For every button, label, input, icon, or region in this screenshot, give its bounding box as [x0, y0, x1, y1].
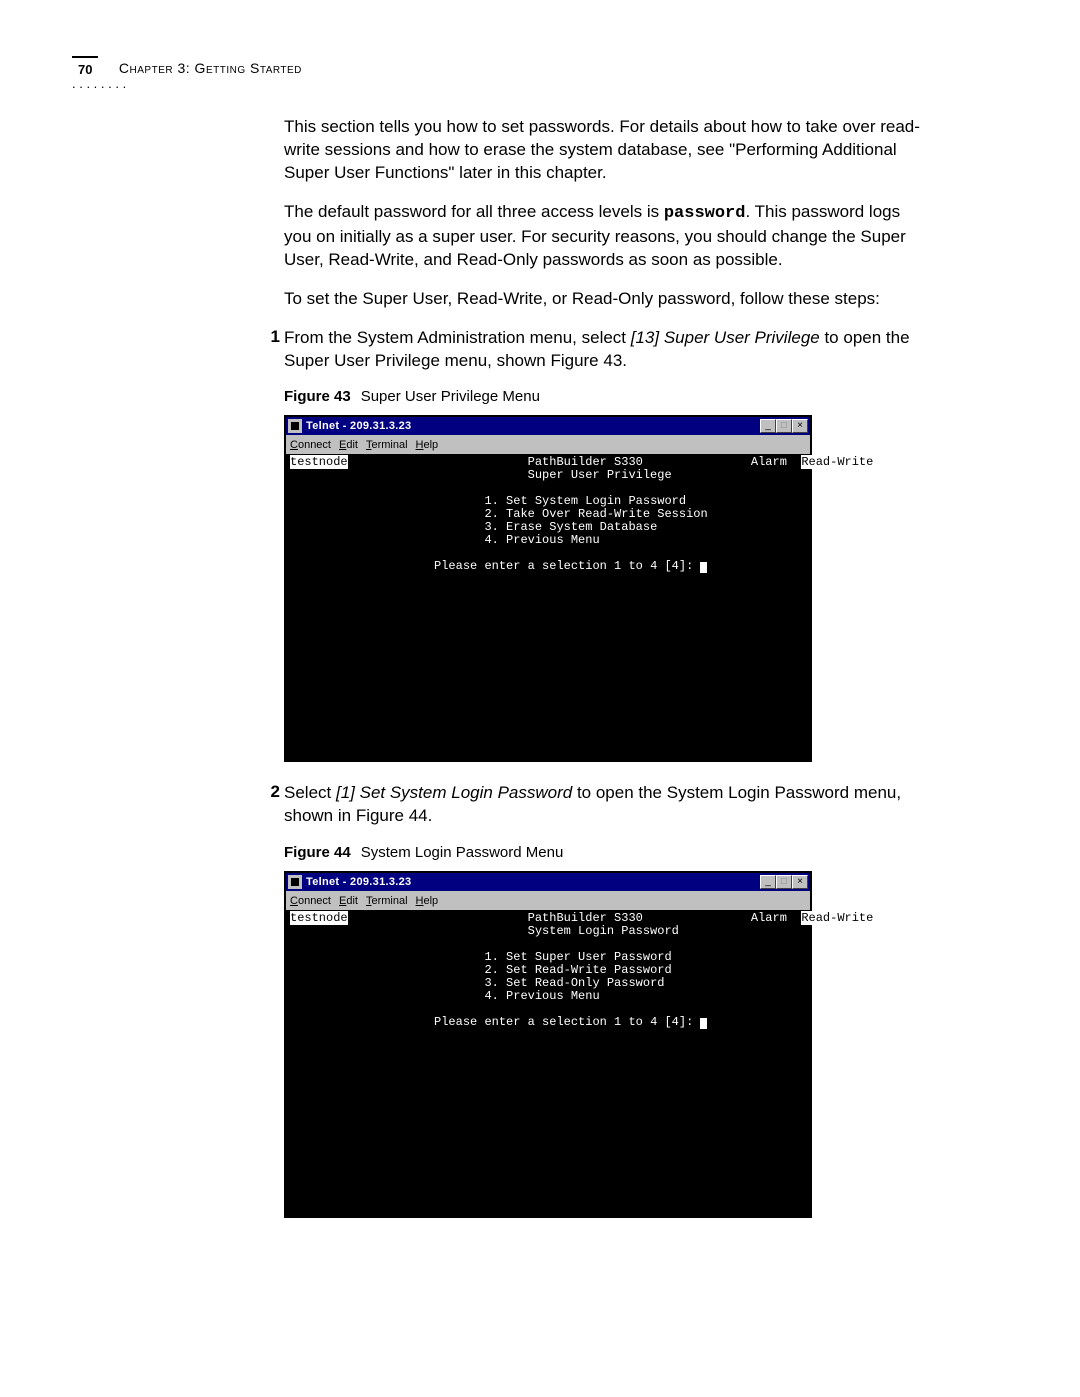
figure44-window: Telnet - 209.31.3.23 _ □ × Connect Edit … [284, 871, 812, 1218]
device-name: PathBuilder S330 [528, 455, 643, 469]
mode-badge: Read-Write [801, 455, 873, 469]
mode-badge: Read-Write [801, 911, 873, 925]
step-1: 1 From the System Administration menu, s… [284, 327, 920, 373]
cursor [700, 1018, 707, 1029]
menu-item: 3. Erase System Database [484, 520, 657, 534]
menu-item: 4. Previous Menu [484, 989, 599, 1003]
cursor [700, 562, 707, 573]
menu-item: 2. Set Read-Write Password [484, 963, 671, 977]
figure-label: Figure 44 [284, 844, 351, 861]
maximize-button[interactable]: □ [776, 875, 792, 889]
menu-connect[interactable]: Connect [290, 439, 331, 451]
step-number: 1 [254, 327, 280, 347]
device-name: PathBuilder S330 [528, 911, 643, 925]
prompt: Please enter a selection 1 to 4 [4]: [434, 559, 693, 573]
paragraph-default-password: The default password for all three acces… [284, 201, 920, 272]
app-icon [288, 419, 302, 433]
menu-item: 2. Take Over Read-Write Session [484, 507, 707, 521]
window-title: Telnet - 209.31.3.23 [306, 876, 411, 888]
menu-terminal[interactable]: Terminal [366, 895, 408, 907]
figure-label: Figure 43 [284, 388, 351, 405]
nodename: testnode [290, 911, 348, 925]
alarm-label: Alarm [751, 455, 787, 469]
close-button[interactable]: × [792, 875, 808, 889]
close-button[interactable]: × [792, 419, 808, 433]
text: From the System Administration menu, sel… [284, 328, 631, 347]
menu-item: 4. Previous Menu [484, 533, 599, 547]
menu-help[interactable]: Help [416, 895, 439, 907]
window-buttons: _ □ × [760, 419, 808, 433]
maximize-button[interactable]: □ [776, 419, 792, 433]
minimize-button[interactable]: _ [760, 419, 776, 433]
menu-ref: [13] Super User Privilege [631, 328, 820, 347]
screen-subtitle: Super User Privilege [528, 468, 672, 482]
menubar: Connect Edit Terminal Help [286, 435, 810, 454]
text: The default password for all three acces… [284, 202, 664, 221]
menu-help[interactable]: Help [416, 439, 439, 451]
menu-connect[interactable]: Connect [290, 895, 331, 907]
page-header: 70 Chapter 3: Getting Started [72, 56, 1012, 77]
menu-terminal[interactable]: Terminal [366, 439, 408, 451]
chapter-title: Chapter 3: Getting Started [119, 56, 302, 76]
main-content: This section tells you how to set passwo… [284, 116, 920, 1218]
menu-item: 3. Set Read-Only Password [484, 976, 664, 990]
step-number: 2 [254, 782, 280, 802]
app-icon [288, 875, 302, 889]
menu-item: 1. Set System Login Password [484, 494, 686, 508]
alarm-label: Alarm [751, 911, 787, 925]
paragraph-steps-intro: To set the Super User, Read-Write, or Re… [284, 288, 920, 311]
menu-edit[interactable]: Edit [339, 439, 358, 451]
menu-edit[interactable]: Edit [339, 895, 358, 907]
menu-item: 1. Set Super User Password [484, 950, 671, 964]
decorative-dots: . . . . . . . . [72, 76, 126, 91]
step-text: Select [1] Set System Login Password to … [284, 782, 920, 828]
figure-title: System Login Password Menu [361, 844, 564, 861]
terminal44[interactable]: testnode PathBuilder S330 Alarm Read-Wri… [286, 910, 810, 1216]
text: Select [284, 783, 336, 802]
figure43-window: Telnet - 209.31.3.23 _ □ × Connect Edit … [284, 415, 812, 762]
window-title: Telnet - 209.31.3.23 [306, 420, 411, 432]
menubar: Connect Edit Terminal Help [286, 891, 810, 910]
nodename: testnode [290, 455, 348, 469]
figure-title: Super User Privilege Menu [361, 388, 540, 405]
window-buttons: _ □ × [760, 875, 808, 889]
figure43-caption: Figure 43 Super User Privilege Menu [284, 388, 920, 405]
step-text: From the System Administration menu, sel… [284, 327, 920, 373]
step-2: 2 Select [1] Set System Login Password t… [284, 782, 920, 828]
figure44-caption: Figure 44 System Login Password Menu [284, 844, 920, 861]
paragraph-intro: This section tells you how to set passwo… [284, 116, 920, 185]
menu-ref: [1] Set System Login Password [336, 783, 572, 802]
titlebar: Telnet - 209.31.3.23 _ □ × [286, 873, 810, 891]
titlebar: Telnet - 209.31.3.23 _ □ × [286, 417, 810, 435]
screen-subtitle: System Login Password [528, 924, 679, 938]
minimize-button[interactable]: _ [760, 875, 776, 889]
terminal43[interactable]: testnode PathBuilder S330 Alarm Read-Wri… [286, 454, 810, 760]
default-password: password [664, 204, 746, 223]
prompt: Please enter a selection 1 to 4 [4]: [434, 1015, 693, 1029]
page-number: 70 [72, 56, 98, 77]
